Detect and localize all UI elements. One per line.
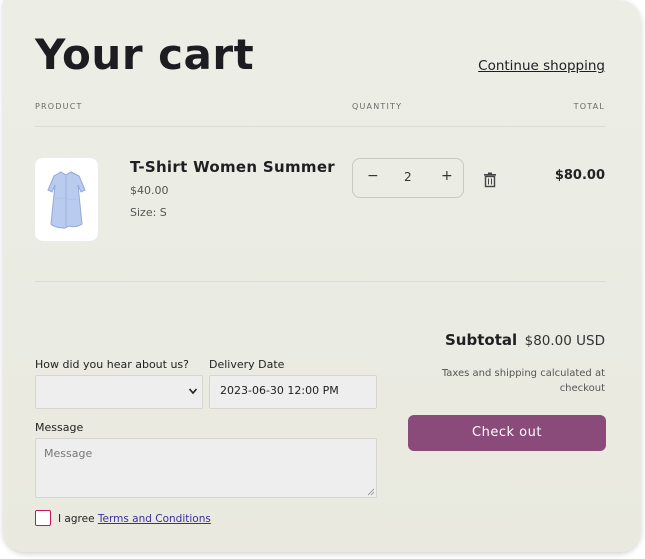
- chevron-down-icon: [188, 388, 198, 395]
- hear-about-label: How did you hear about us?: [35, 358, 189, 371]
- product-image[interactable]: [35, 158, 98, 241]
- terms-link[interactable]: Terms and Conditions: [98, 513, 211, 525]
- message-textarea[interactable]: Message: [35, 438, 377, 498]
- hear-about-select[interactable]: [35, 375, 203, 409]
- delivery-date-field[interactable]: 2023-06-30 12:00 PM: [209, 375, 377, 409]
- agree-label: I agree Terms and Conditions: [58, 513, 211, 525]
- column-header-quantity: QUANTITY: [352, 102, 403, 111]
- quantity-value[interactable]: 2: [404, 170, 412, 184]
- divider: [35, 126, 606, 127]
- divider: [35, 281, 606, 282]
- decrease-quantity-button[interactable]: −: [367, 168, 379, 184]
- product-price: $40.00: [130, 184, 169, 197]
- increase-quantity-button[interactable]: +: [441, 168, 453, 184]
- product-size: Size: S: [130, 206, 167, 219]
- subtotal-value: $80.00 USD: [524, 333, 605, 349]
- column-header-product: PRODUCT: [35, 102, 83, 111]
- delivery-date-label: Delivery Date: [209, 358, 285, 371]
- cart-panel: Your cart Continue shopping PRODUCT QUAN…: [3, 0, 641, 552]
- quantity-stepper: − 2 +: [352, 158, 464, 198]
- tax-note: Taxes and shipping calculated at checkou…: [441, 368, 605, 394]
- shirt-dress-icon: [47, 171, 86, 229]
- checkout-button[interactable]: Check out: [408, 415, 606, 451]
- line-total: $80.00: [554, 168, 605, 183]
- delivery-date-value: 2023-06-30 12:00 PM: [220, 384, 339, 397]
- product-name[interactable]: T-Shirt Women Summer: [130, 158, 335, 176]
- trash-icon[interactable]: [483, 172, 497, 188]
- resize-handle-icon[interactable]: [367, 488, 375, 496]
- message-placeholder: Message: [44, 447, 93, 460]
- continue-shopping-link[interactable]: Continue shopping: [478, 58, 605, 74]
- page-title: Your cart: [35, 30, 255, 79]
- subtotal-label: Subtotal: [445, 331, 518, 349]
- message-label: Message: [35, 421, 84, 434]
- agree-text: I agree: [58, 513, 95, 525]
- column-header-total: TOTAL: [573, 102, 605, 111]
- agree-checkbox[interactable]: [35, 510, 51, 526]
